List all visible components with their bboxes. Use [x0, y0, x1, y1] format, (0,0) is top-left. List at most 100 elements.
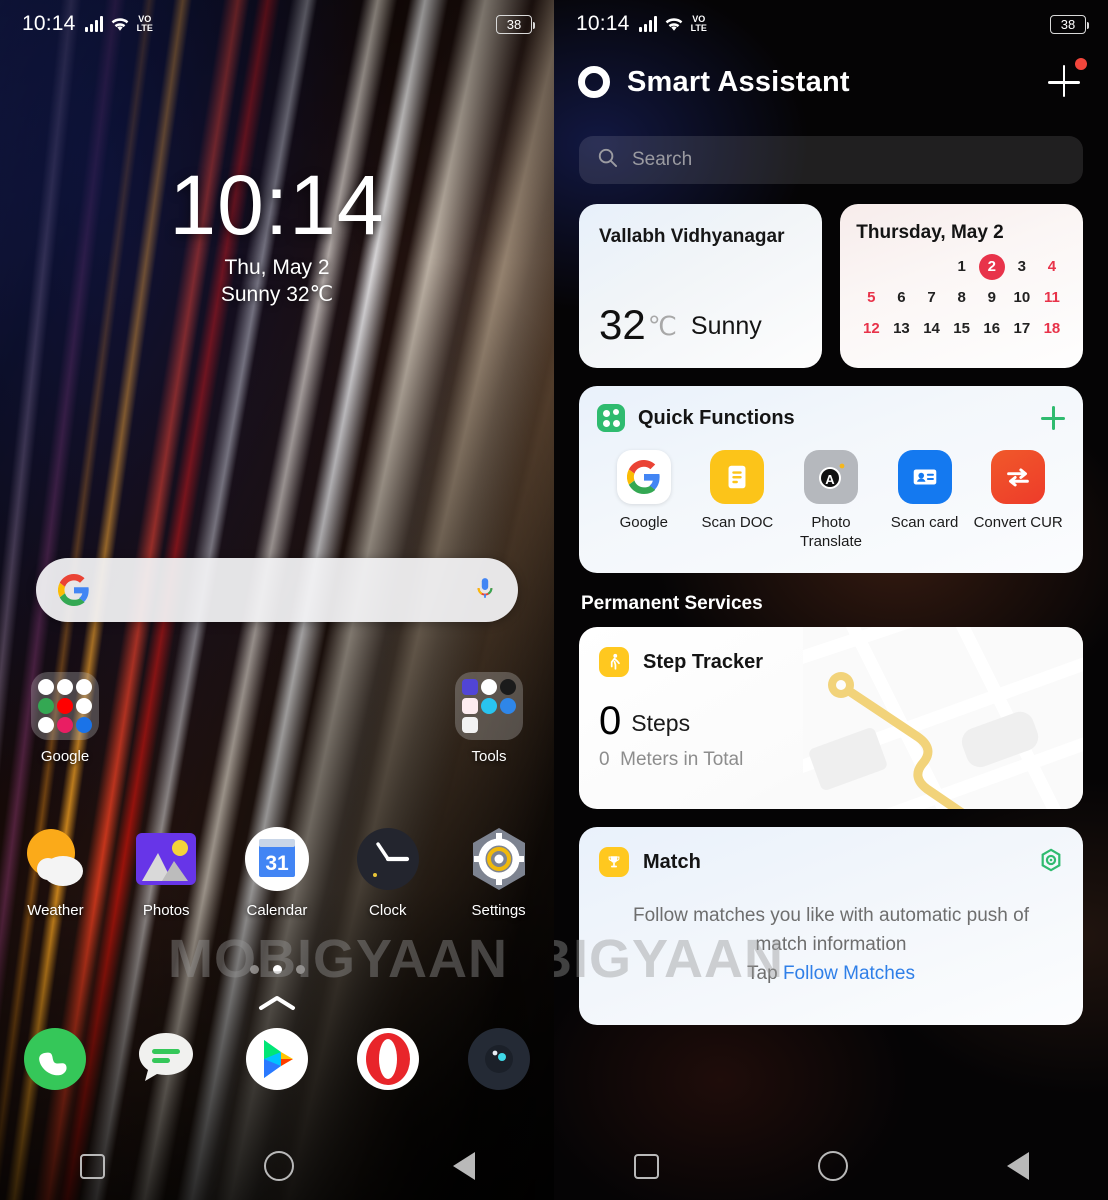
weather-widget-card[interactable]: Vallabh Vidhyanagar 32 ℃ Sunny — [579, 204, 823, 368]
quick-functions-card: Quick Functions Google Scan DOC A Photo … — [579, 386, 1083, 573]
match-tap-row: Tap Follow Matches — [613, 963, 1049, 985]
calendar-grid: 1 2 3 4 5 6 7 8 9 10 11 12 13 14 15 16 17 18 — [856, 254, 1067, 342]
search-input[interactable]: Search — [579, 136, 1083, 184]
google-search-bar[interactable] — [36, 558, 518, 622]
match-card[interactable]: Match Follow matches you like with autom… — [579, 827, 1083, 1025]
dock-opera[interactable]: Opera — [332, 1025, 443, 1119]
mini-chrome-icon — [57, 679, 73, 695]
calendar-day-blank — [856, 254, 886, 280]
mini-youtube-icon — [57, 698, 73, 714]
calendar-day-15[interactable]: 15 — [947, 316, 977, 342]
page-dot-2-active[interactable] — [272, 965, 282, 974]
calendar-day-6[interactable]: 6 — [886, 285, 916, 311]
page-dot-3[interactable] — [295, 965, 305, 974]
calendar-day-5[interactable]: 5 — [856, 285, 886, 311]
calendar-day-9[interactable]: 9 — [977, 285, 1007, 311]
phone-icon — [21, 1025, 89, 1093]
calendar-day-16[interactable]: 16 — [977, 316, 1007, 342]
target-gear-icon[interactable] — [1039, 848, 1063, 877]
triangle-back-icon[interactable] — [452, 1152, 475, 1180]
step-count-row: 0 Steps — [599, 699, 1063, 743]
calendar-day-17[interactable]: 17 — [1007, 316, 1037, 342]
circle-home-icon[interactable] — [817, 1151, 848, 1181]
mini-notes-icon — [462, 698, 478, 714]
follow-matches-link[interactable]: Follow Matches — [783, 963, 915, 984]
match-header: Match — [579, 827, 1083, 877]
trophy-icon — [599, 847, 629, 877]
app-clock[interactable]: Clock — [332, 825, 443, 919]
square-recents-icon[interactable] — [79, 1153, 105, 1179]
mini-google-icon — [38, 679, 54, 695]
calendar-day-blank — [886, 254, 916, 280]
signal-bars-icon — [638, 16, 657, 32]
status-bar-left: 10:14 VO LTE 38 — [0, 0, 554, 48]
calendar-day-18[interactable]: 18 — [1037, 316, 1067, 342]
weather-temperature: 32 — [599, 301, 646, 348]
dock-camera[interactable]: Camera — [443, 1025, 554, 1119]
quick-function-google[interactable]: Google — [597, 450, 691, 551]
app-calendar[interactable]: 31 Calendar — [222, 825, 333, 919]
weather-unit: ℃ — [647, 311, 677, 341]
quick-function-scan-card[interactable]: Scan card — [878, 450, 972, 551]
square-recents-icon[interactable] — [633, 1153, 659, 1179]
triangle-back-icon[interactable] — [1006, 1152, 1029, 1180]
dock-play-store[interactable]: Play Store — [222, 1025, 333, 1119]
calendar-day-2[interactable]: 2 — [978, 254, 1005, 280]
step-count-label: Steps — [631, 710, 691, 736]
google-g-icon — [58, 574, 90, 606]
settings-icon — [465, 825, 533, 893]
app-drawer-chevron[interactable] — [0, 995, 554, 1016]
quick-function-scan-doc[interactable]: Scan DOC — [691, 450, 785, 551]
add-icon[interactable] — [1044, 58, 1087, 102]
app-weather[interactable]: Weather — [0, 825, 111, 919]
calendar-day-13[interactable]: 13 — [886, 316, 916, 342]
distance-row: 0 Meters in Total — [599, 749, 1063, 771]
folder-tools[interactable]: Tools — [449, 672, 529, 765]
clock-time: 10:14 — [169, 158, 385, 252]
calendar-day-blank — [916, 254, 946, 280]
calendar-day-12[interactable]: 12 — [856, 316, 886, 342]
quick-function-photo-translate[interactable]: A Photo Translate — [784, 450, 878, 551]
calendar-day-10[interactable]: 10 — [1007, 285, 1037, 311]
app-photos-label: Photos — [142, 902, 190, 919]
step-tracker-card[interactable]: Step Tracker 0 Steps 0 Meters in Total — [579, 627, 1083, 809]
dock-messages[interactable]: Messages — [111, 1025, 222, 1119]
dock: Phone Messages — [0, 1025, 554, 1119]
assistant-ring-icon — [578, 66, 610, 98]
search-placeholder: Search — [632, 149, 693, 170]
calendar-day-8[interactable]: 8 — [947, 285, 977, 311]
assistant-header: Smart Assistant — [578, 58, 1087, 102]
page-indicator[interactable] — [0, 965, 554, 974]
quick-function-convert-cur[interactable]: Convert CUR — [971, 450, 1065, 551]
notification-dot — [1075, 58, 1087, 70]
folder-google[interactable]: Google — [25, 672, 105, 765]
microphone-icon[interactable] — [474, 575, 496, 605]
calendar-day-1[interactable]: 1 — [947, 254, 977, 280]
app-photos[interactable]: Photos — [111, 825, 222, 919]
circle-home-icon[interactable] — [263, 1151, 294, 1181]
google-g-icon — [616, 450, 671, 504]
clock-widget[interactable]: 10:14 Thu, May 2 Sunny 32℃ — [0, 158, 554, 307]
calendar-day-4[interactable]: 4 — [1037, 254, 1067, 280]
add-quick-function-button[interactable] — [1041, 406, 1065, 430]
distance-label: Meters in Total — [620, 749, 744, 770]
wifi-icon — [664, 17, 684, 32]
status-icons: VO LTE — [84, 14, 153, 33]
dock-phone[interactable]: Phone — [0, 1025, 111, 1119]
grid-apps-icon — [597, 404, 625, 432]
page-dot-1[interactable] — [249, 965, 259, 974]
app-clock-label: Clock — [369, 902, 407, 919]
calendar-widget-card[interactable]: Thursday, May 2 1 2 3 4 5 6 7 8 9 10 11 12 13 14 15 16 1… — [840, 204, 1083, 368]
calendar-day-11[interactable]: 11 — [1037, 285, 1067, 311]
battery-icon: 38 — [496, 14, 535, 34]
navigation-bar-right — [554, 1132, 1108, 1200]
calendar-day-14[interactable]: 14 — [916, 316, 946, 342]
mini-browser-icon — [481, 698, 497, 714]
volte-icon: VO LTE — [136, 14, 153, 33]
app-settings[interactable]: Settings — [443, 825, 554, 919]
step-count-value: 0 — [599, 699, 622, 743]
calendar-day-3[interactable]: 3 — [1007, 254, 1037, 280]
calendar-day-7[interactable]: 7 — [916, 285, 946, 311]
status-icons: VO LTE — [638, 15, 707, 33]
quick-function-label: Convert CUR — [973, 514, 1063, 531]
